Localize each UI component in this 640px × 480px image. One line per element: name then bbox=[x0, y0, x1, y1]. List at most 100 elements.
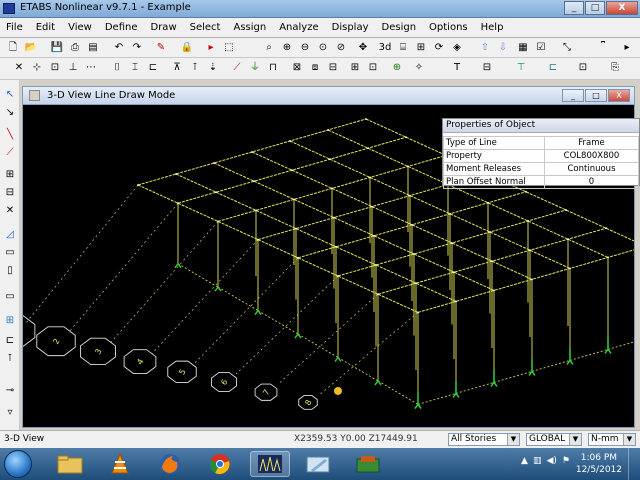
text-tool-icon[interactable]: T bbox=[450, 61, 464, 74]
coord-system-select[interactable]: GLOBAL ▼ bbox=[526, 433, 582, 446]
menu-analyze[interactable]: Analyze bbox=[279, 22, 318, 33]
pan-icon[interactable]: ✥ bbox=[356, 41, 370, 54]
joint-point[interactable] bbox=[217, 220, 219, 223]
zoom-in-icon[interactable]: ⊕ bbox=[280, 41, 294, 54]
scroll-tool-icon[interactable]: ▿ bbox=[3, 406, 17, 419]
joint-point[interactable] bbox=[373, 234, 375, 237]
snap-perp-icon[interactable]: ⊥ bbox=[66, 61, 80, 74]
load-icon[interactable]: ⇣ bbox=[206, 61, 220, 74]
joint-point[interactable] bbox=[565, 209, 567, 211]
menu-edit[interactable]: Edit bbox=[36, 22, 55, 33]
joint-point[interactable] bbox=[567, 238, 569, 241]
tray-expand-icon[interactable]: ▲ bbox=[521, 456, 528, 466]
joint-point[interactable] bbox=[137, 184, 139, 186]
joint-point[interactable] bbox=[335, 245, 337, 248]
section-designer-icon[interactable]: ⊡ bbox=[576, 61, 590, 74]
explorer-icon[interactable] bbox=[50, 451, 90, 477]
joint-point[interactable] bbox=[331, 187, 333, 190]
joint-point[interactable] bbox=[409, 194, 411, 197]
firefox-icon[interactable] bbox=[150, 451, 190, 477]
joint-point[interactable] bbox=[175, 173, 177, 175]
view-minimize-button[interactable]: _ bbox=[562, 89, 584, 102]
menu-assign[interactable]: Assign bbox=[233, 22, 266, 33]
wall-icon[interactable]: ⎴ bbox=[596, 41, 610, 54]
joint-point[interactable] bbox=[213, 162, 215, 164]
rotate-icon[interactable]: ⟳ bbox=[432, 41, 446, 54]
more-tools-icon[interactable]: ▸ bbox=[620, 41, 634, 54]
undo-icon[interactable]: ↶ bbox=[112, 41, 126, 54]
draw-opening-icon[interactable]: ▯ bbox=[3, 264, 17, 277]
joint-point[interactable] bbox=[569, 267, 571, 270]
joint-point[interactable] bbox=[455, 300, 457, 303]
joint-point[interactable] bbox=[487, 201, 489, 204]
draw-section-icon[interactable]: ⊺ bbox=[3, 352, 17, 365]
section-icon[interactable]: ⊺ bbox=[188, 61, 202, 74]
joint-point[interactable] bbox=[491, 260, 493, 263]
snap-end-icon[interactable]: ⊹ bbox=[30, 61, 44, 74]
menu-display[interactable]: Display bbox=[332, 22, 369, 33]
joint-point[interactable] bbox=[525, 190, 527, 193]
joint-point[interactable] bbox=[327, 129, 329, 131]
elevation-view-icon[interactable]: ⊞ bbox=[414, 41, 428, 54]
joint-point[interactable] bbox=[531, 278, 533, 281]
snap-mid-icon[interactable]: ⊡ bbox=[48, 61, 62, 74]
etabs-icon[interactable] bbox=[250, 451, 290, 477]
down-icon[interactable]: ⇩ bbox=[496, 41, 510, 54]
draw-brace-icon[interactable]: ✕ bbox=[3, 204, 17, 217]
joint-point[interactable] bbox=[529, 249, 531, 252]
app-icon[interactable] bbox=[298, 451, 338, 477]
joint-point[interactable] bbox=[371, 205, 373, 208]
draw-dim-icon[interactable]: ⊏ bbox=[3, 334, 17, 347]
lock-icon[interactable]: 🔒 bbox=[180, 41, 194, 54]
set-elements-icon[interactable]: ☑ bbox=[534, 41, 548, 54]
joint-check-icon[interactable]: ⊤ bbox=[514, 61, 528, 74]
design-concrete-icon[interactable]: ⊡ bbox=[366, 61, 380, 74]
show-forces-icon[interactable]: ⟋ bbox=[230, 61, 244, 74]
draw-rect-icon[interactable]: ▭ bbox=[3, 290, 17, 303]
menu-define[interactable]: Define bbox=[105, 22, 138, 33]
joint-point[interactable] bbox=[527, 220, 529, 222]
joint-point[interactable] bbox=[451, 242, 453, 244]
3d-view-icon[interactable]: 3d bbox=[378, 41, 392, 54]
joint-point[interactable] bbox=[255, 209, 257, 212]
zoom-out-icon[interactable]: ⊖ bbox=[298, 41, 312, 54]
joint-point[interactable] bbox=[407, 165, 409, 168]
assign-frame-icon[interactable]: ⌶ bbox=[128, 61, 142, 74]
joint-point[interactable] bbox=[369, 176, 371, 179]
menu-options[interactable]: Options bbox=[429, 22, 468, 33]
menu-draw[interactable]: Draw bbox=[151, 22, 177, 33]
redo-icon[interactable]: ↷ bbox=[130, 41, 144, 54]
design-steel-icon[interactable]: ⊞ bbox=[348, 61, 362, 74]
open-icon[interactable]: 📂 bbox=[24, 41, 38, 54]
minimize-button[interactable]: _ bbox=[564, 1, 584, 15]
draw-beam-icon[interactable]: ⊟ bbox=[3, 186, 17, 199]
reshape-icon[interactable]: ↘ bbox=[3, 106, 17, 119]
joint-point[interactable] bbox=[493, 289, 495, 292]
joint-point[interactable] bbox=[337, 275, 339, 277]
joint-point[interactable] bbox=[291, 169, 293, 172]
joint-point[interactable] bbox=[215, 191, 217, 194]
volume-icon[interactable]: ◀) bbox=[546, 456, 556, 466]
select-pointer-icon[interactable]: ↖ bbox=[3, 88, 17, 101]
object-shrink-icon[interactable]: ▦ bbox=[516, 41, 530, 54]
joint-point[interactable] bbox=[253, 180, 255, 183]
joint-point[interactable] bbox=[295, 227, 297, 230]
zoom-window-icon[interactable]: ⌕ bbox=[262, 41, 276, 54]
up-icon[interactable]: ⇧ bbox=[478, 41, 492, 54]
assign-area-icon[interactable]: ⊏ bbox=[146, 61, 160, 74]
tables-icon[interactable]: ⊟ bbox=[326, 61, 340, 74]
units-select[interactable]: N-mm ▼ bbox=[588, 433, 636, 446]
joint-point[interactable] bbox=[415, 282, 417, 285]
joint-point[interactable] bbox=[177, 202, 179, 205]
draw-wall-icon[interactable]: ▭ bbox=[3, 246, 17, 259]
refresh-icon[interactable]: ✎ bbox=[154, 41, 168, 54]
snap-intersect-icon[interactable]: ✕ bbox=[12, 61, 26, 74]
joint-point[interactable] bbox=[417, 311, 419, 314]
close-button[interactable]: X bbox=[606, 1, 638, 15]
joint-point[interactable] bbox=[413, 253, 415, 255]
app2-icon[interactable] bbox=[348, 451, 388, 477]
joint-point[interactable] bbox=[489, 231, 491, 233]
joint-point[interactable] bbox=[605, 227, 607, 230]
wall-check-icon[interactable]: ⊏ bbox=[546, 61, 560, 74]
joint-point[interactable] bbox=[367, 147, 369, 150]
